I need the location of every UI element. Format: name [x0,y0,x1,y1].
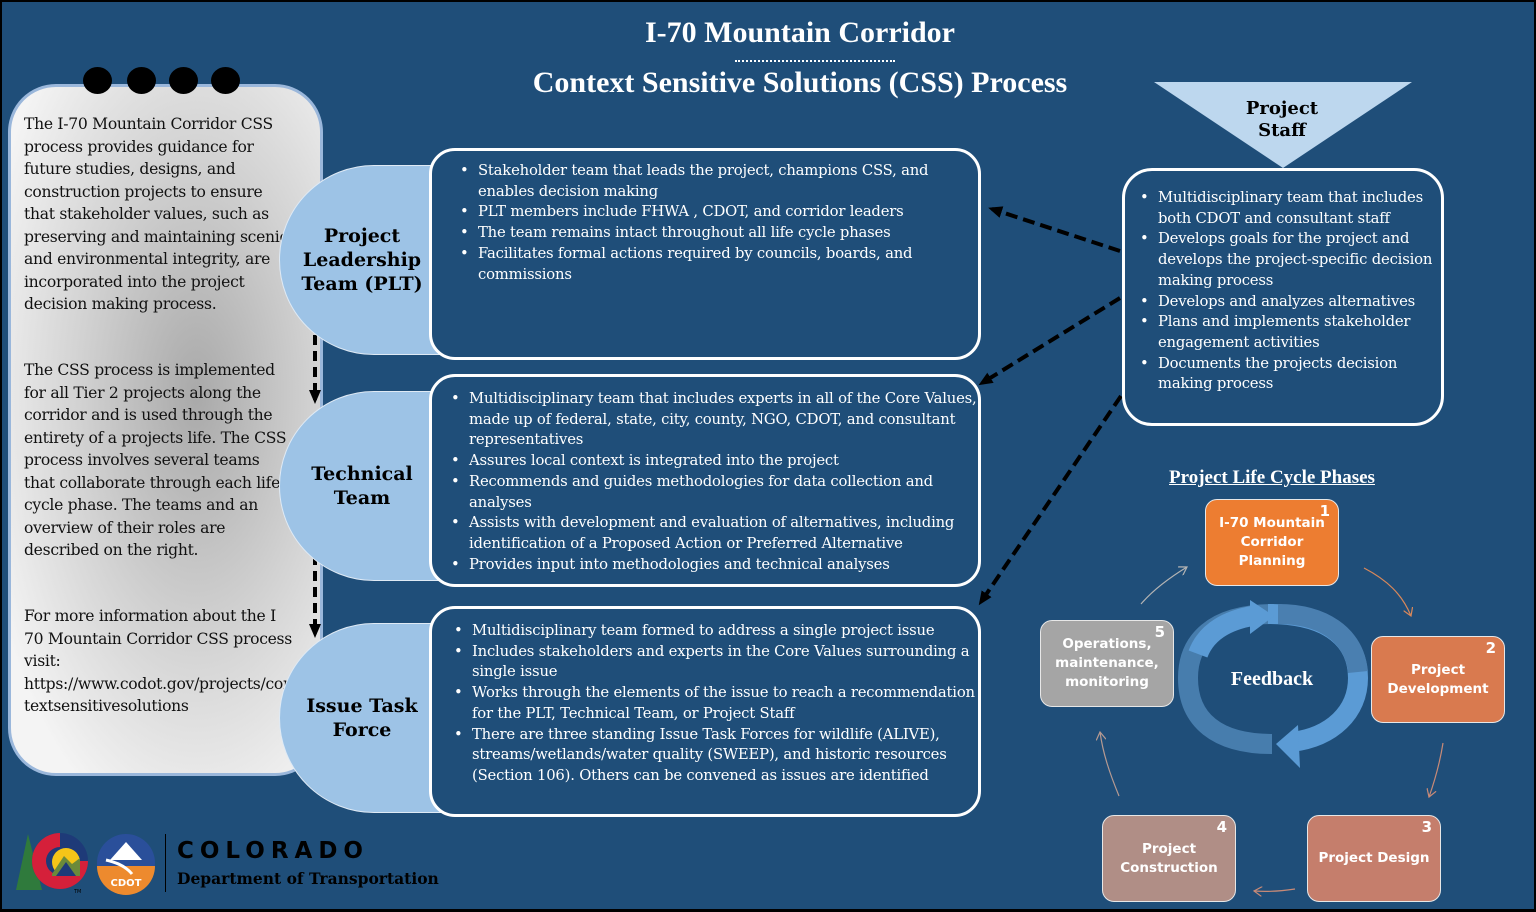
phase-1-to-2-arrow [1363,567,1411,616]
life-cycle-graphics [2,2,1444,909]
phase-4-number: 4 [1216,818,1227,836]
phase-3-to-4-arrow [1254,889,1296,891]
phase-3-label: Project Design [1318,850,1430,866]
phase-1-number: 1 [1319,502,1330,520]
phase-1-label: I-70 Mountain Corridor Planning [1219,515,1325,569]
phase-3-box: 3 Project Design [1307,815,1441,902]
phase-3-number: 3 [1421,818,1432,836]
logo-department-name: Department of Transportation [177,869,439,888]
logo-state-name: COLORADO [177,838,369,864]
logo-divider [165,834,166,892]
phase-2-to-3-arrow [1429,742,1444,797]
trademark-mark: TM [73,889,81,895]
cdot-logo-graphic: TM CDOT [16,833,155,895]
phase-4-to-5-arrow [1100,732,1120,797]
phase-5-to-1-arrow [1140,567,1187,605]
colorado-c-logo-icon: TM [16,833,88,895]
diagram-canvas: I-70 Mountain Corridor Context Sensitive… [2,2,1534,909]
phase-5-number: 5 [1154,623,1165,641]
phase-1-box: 1 I-70 Mountain Corridor Planning [1205,499,1339,586]
phase-2-number: 2 [1485,639,1496,657]
cdot-badge-text: CDOT [111,878,142,889]
phase-5-label: Operations, maintenance, monitoring [1055,636,1159,690]
phase-2-label: Project Development [1387,661,1489,697]
phase-2-box: 2 Project Development [1371,636,1505,723]
phase-4-label: Project Construction [1120,840,1218,876]
cdot-badge-icon: CDOT [97,834,155,895]
phase-5-box: 5 Operations, maintenance, monitoring [1040,620,1174,707]
phase-4-box: 4 Project Construction [1102,815,1236,902]
feedback-label: Feedback [1230,668,1314,690]
